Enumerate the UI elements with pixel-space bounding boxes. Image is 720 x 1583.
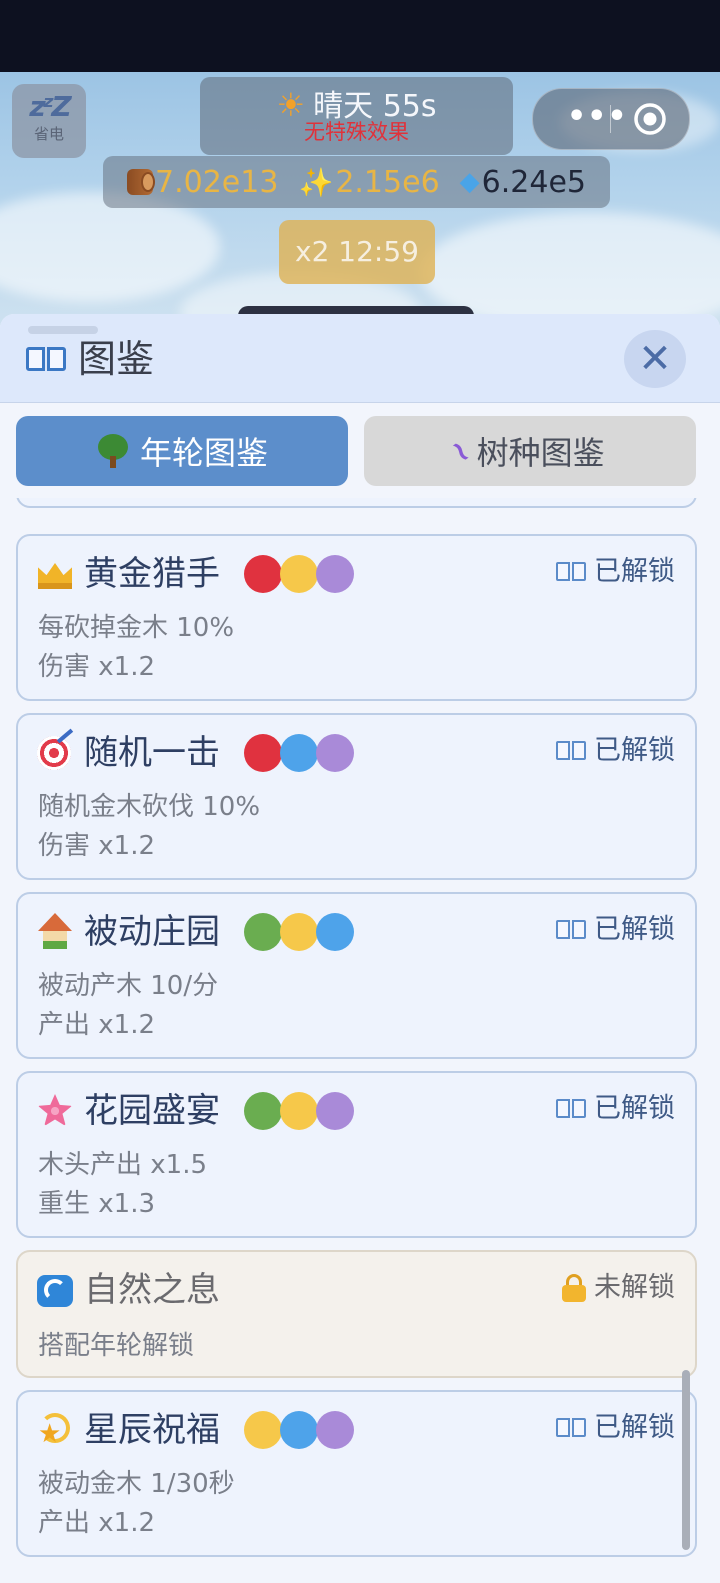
boost-timer-button[interactable]: x2 12:59 xyxy=(279,220,435,284)
entry-desc: 每砍掉金木 10% xyxy=(38,613,235,643)
list-item[interactable]: 被动庄园 已解锁 被动产木 10/分 产出 x1.2 xyxy=(16,892,697,1059)
book-icon xyxy=(556,740,586,762)
wood-resource: 7.02e13 xyxy=(127,165,278,200)
tab-label: 年轮图鉴 xyxy=(139,434,268,472)
entry-desc: 伤害 x1.2 xyxy=(38,831,156,861)
resource-bar: 7.02e13 ✨ 2.15e6 ◆ 6.24e5 xyxy=(103,156,610,208)
entry-desc: 搭配年轮解锁 xyxy=(38,1331,195,1361)
entry-desc: 被动产木 10/分 xyxy=(38,971,219,1001)
wave-icon xyxy=(36,1271,74,1309)
sparkle-value: 2.15e6 xyxy=(335,164,440,200)
close-miniprogram-button[interactable] xyxy=(633,102,667,136)
entry-status: 已解锁 xyxy=(594,914,675,945)
entry-title: 星辰祝福 xyxy=(84,1410,220,1450)
entry-desc: 重生 x1.3 xyxy=(38,1189,156,1219)
entry-title: 花园盛宴 xyxy=(84,1091,220,1131)
entry-desc: 伤害 x1.2 xyxy=(38,652,156,682)
sparkle-resource: ✨ 2.15e6 xyxy=(298,165,439,200)
list-item-partial[interactable] xyxy=(16,498,697,508)
drag-handle[interactable] xyxy=(28,326,98,334)
entry-title: 黄金猎手 xyxy=(84,554,220,594)
panel-header: 图鉴 ✕ xyxy=(0,314,720,403)
wood-log-icon xyxy=(127,169,155,195)
tab-species-codex[interactable]: ≀ 树种图鉴 xyxy=(364,416,696,486)
list-item-locked[interactable]: 自然之息 未解锁 搭配年轮解锁 xyxy=(16,1250,697,1378)
gem-value: 6.24e5 xyxy=(481,164,586,200)
tree-icon xyxy=(96,434,130,468)
entry-desc: 木头产出 x1.5 xyxy=(38,1150,208,1180)
more-menu-button[interactable]: ••• xyxy=(567,99,627,135)
power-save-button[interactable]: zᶻZ 省电 xyxy=(12,84,86,158)
entry-status: 已解锁 xyxy=(594,735,675,766)
tab-ring-codex[interactable]: 年轮图鉴 xyxy=(16,416,348,486)
lock-icon xyxy=(562,1274,586,1302)
entry-status: 已解锁 xyxy=(594,556,675,587)
tab-label: 树种图鉴 xyxy=(476,434,605,472)
close-button[interactable]: ✕ xyxy=(624,330,686,388)
entry-title: 自然之息 xyxy=(84,1270,220,1310)
hibiscus-icon xyxy=(36,1092,74,1130)
entry-desc: 产出 x1.2 xyxy=(38,1010,156,1040)
panel-title: 图鉴 xyxy=(26,336,154,382)
dizzy-star-icon xyxy=(36,1411,74,1449)
entry-desc: 随机金木砍伐 10% xyxy=(38,792,261,822)
list-item[interactable]: 花园盛宴 已解锁 木头产出 x1.5 重生 x1.3 xyxy=(16,1071,697,1238)
weather-panel: ☀ 晴天 55s 无特殊效果 xyxy=(200,77,513,155)
miniprogram-capsule: ••• xyxy=(532,88,690,150)
dna-icon: ≀ xyxy=(446,433,476,469)
crown-icon xyxy=(36,555,74,593)
codex-list[interactable]: 黄金猎手 已解锁 每砍掉金木 10% 伤害 x1.2 随机一击 已解锁 随机金木… xyxy=(0,498,720,1583)
list-item[interactable]: 随机一击 已解锁 随机金木砍伐 10% 伤害 x1.2 xyxy=(16,713,697,880)
book-icon xyxy=(556,1417,586,1439)
entry-status: 已解锁 xyxy=(594,1412,675,1443)
color-dots xyxy=(244,1092,354,1130)
color-dots xyxy=(244,913,354,951)
color-dots xyxy=(244,734,354,772)
list-item[interactable]: 星辰祝福 已解锁 被动金木 1/30秒 产出 x1.2 xyxy=(16,1390,697,1557)
sun-icon: ☀ xyxy=(276,86,306,124)
color-dots xyxy=(244,1411,354,1449)
open-book-icon xyxy=(26,344,66,374)
weather-effect: 无特殊效果 xyxy=(304,120,409,144)
entry-desc: 产出 x1.2 xyxy=(38,1508,156,1538)
panel-title-text: 图鉴 xyxy=(78,337,155,381)
book-icon xyxy=(556,1098,586,1120)
entry-status: 已解锁 xyxy=(594,1093,675,1124)
sleep-zz-icon: zᶻZ xyxy=(29,90,71,123)
power-save-label: 省电 xyxy=(33,125,64,143)
gem-resource: ◆ 6.24e5 xyxy=(460,165,586,200)
target-icon xyxy=(36,734,74,772)
book-icon xyxy=(556,919,586,941)
codex-panel: 图鉴 ✕ 年轮图鉴 ≀ 树种图鉴 黄金猎手 已解锁 每砍掉金木 10% 伤害 x… xyxy=(0,314,720,1583)
weather-text: 晴天 55s xyxy=(313,89,437,124)
codex-tabs: 年轮图鉴 ≀ 树种图鉴 xyxy=(16,416,698,486)
wood-value: 7.02e13 xyxy=(155,164,279,200)
entry-desc: 被动金木 1/30秒 xyxy=(38,1469,235,1499)
book-icon xyxy=(556,561,586,583)
sparkles-icon: ✨ xyxy=(298,165,334,199)
gem-icon: ◆ xyxy=(459,167,480,197)
list-item[interactable]: 黄金猎手 已解锁 每砍掉金木 10% 伤害 x1.2 xyxy=(16,534,697,701)
house-garden-icon xyxy=(36,913,74,951)
entry-status: 未解锁 xyxy=(594,1272,675,1303)
capsule-divider xyxy=(610,105,611,133)
entry-title: 随机一击 xyxy=(84,733,220,773)
color-dots xyxy=(244,555,354,593)
status-bar xyxy=(0,0,720,72)
entry-title: 被动庄园 xyxy=(84,912,220,952)
scrollbar[interactable] xyxy=(682,1370,690,1550)
